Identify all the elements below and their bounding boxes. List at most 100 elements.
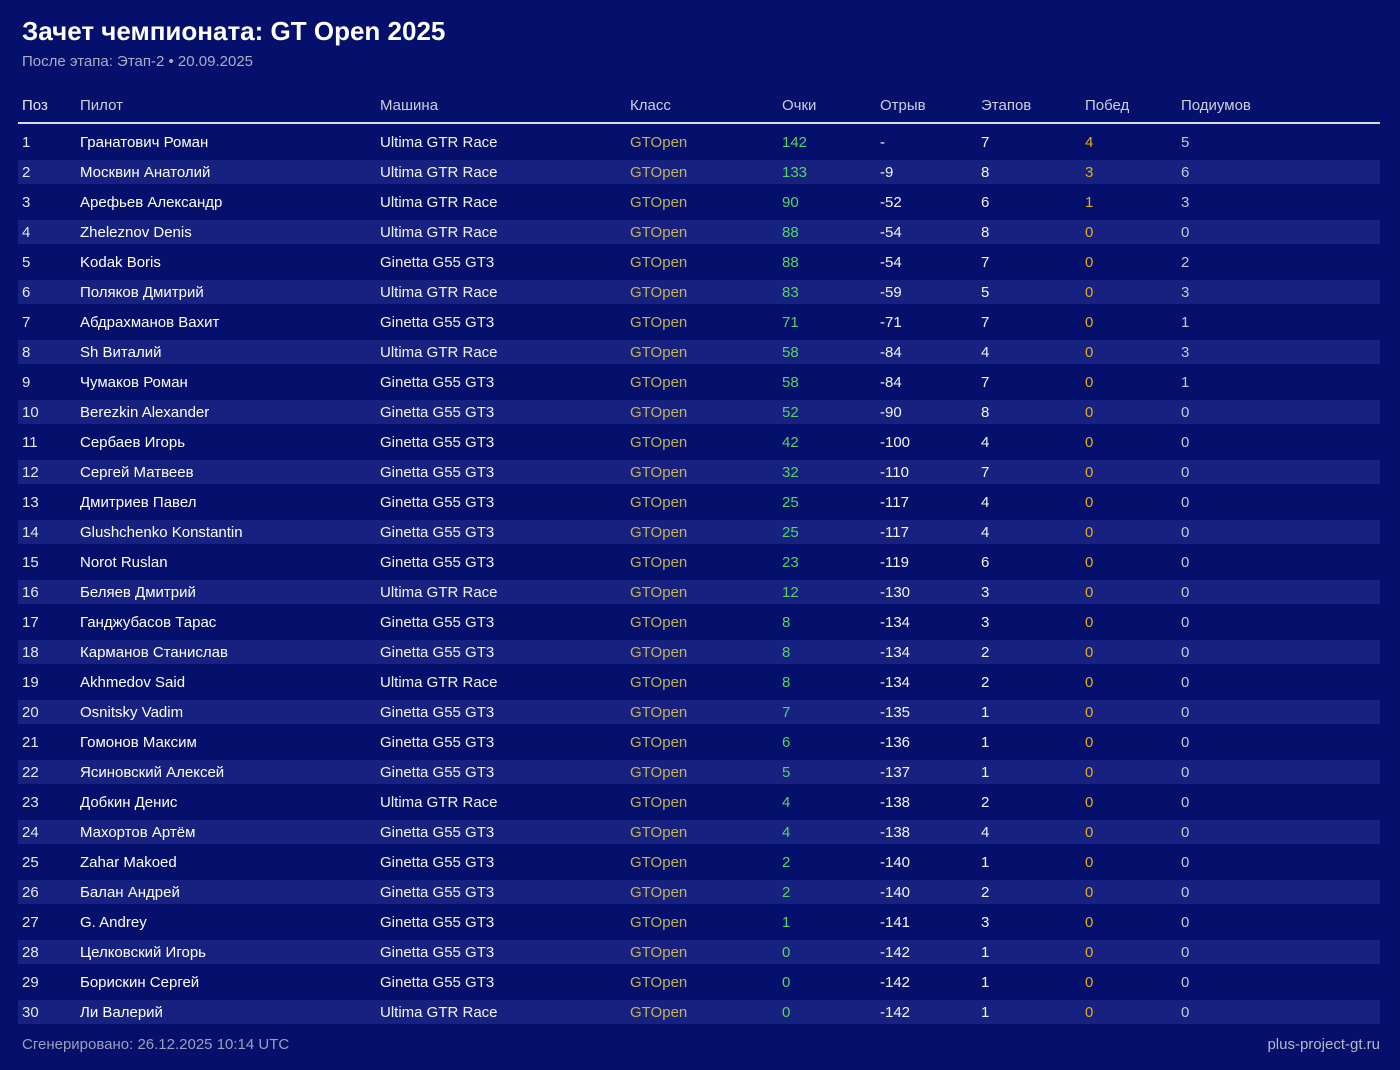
cell-wins: 0: [1085, 1004, 1181, 1021]
cell-points: 142: [782, 134, 880, 151]
cell-car: Ginetta G55 GT3: [380, 854, 630, 871]
cell-points: 0: [782, 974, 880, 991]
cell-gap: -84: [880, 344, 981, 361]
cell-class: GTOpen: [630, 704, 782, 721]
cell-class: GTOpen: [630, 464, 782, 481]
cell-car: Ginetta G55 GT3: [380, 464, 630, 481]
cell-pos: 6: [18, 284, 80, 301]
cell-stages: 2: [981, 674, 1085, 691]
cell-car: Ginetta G55 GT3: [380, 524, 630, 541]
cell-gap: -134: [880, 644, 981, 661]
cell-car: Ginetta G55 GT3: [380, 554, 630, 571]
cell-points: 52: [782, 404, 880, 421]
cell-podiums: 0: [1181, 974, 1380, 991]
cell-points: 0: [782, 1004, 880, 1021]
cell-wins: 0: [1085, 284, 1181, 301]
cell-car: Ultima GTR Race: [380, 344, 630, 361]
table-row: 23Добкин ДенисUltima GTR RaceGTOpen4-138…: [18, 790, 1380, 814]
cell-wins: 0: [1085, 944, 1181, 961]
table-row: 9Чумаков РоманGinetta G55 GT3GTOpen58-84…: [18, 370, 1380, 394]
cell-class: GTOpen: [630, 194, 782, 211]
column-header-points: Очки: [782, 97, 880, 115]
cell-podiums: 0: [1181, 464, 1380, 481]
cell-stages: 4: [981, 494, 1085, 511]
cell-gap: -54: [880, 224, 981, 241]
cell-pos: 9: [18, 374, 80, 391]
table-row: 29Борискин СергейGinetta G55 GT3GTOpen0-…: [18, 970, 1380, 994]
cell-class: GTOpen: [630, 434, 782, 451]
cell-pilot: Zheleznov Denis: [80, 224, 380, 241]
cell-points: 32: [782, 464, 880, 481]
cell-gap: -142: [880, 1004, 981, 1021]
generated-timestamp: Сгенерировано: 26.12.2025 10:14 UTC: [18, 1036, 289, 1054]
cell-pilot: Абдрахманов Вахит: [80, 314, 380, 331]
cell-gap: -141: [880, 914, 981, 931]
table-row: 4Zheleznov DenisUltima GTR RaceGTOpen88-…: [18, 220, 1380, 244]
cell-class: GTOpen: [630, 674, 782, 691]
column-header-podiums: Подиумов: [1181, 97, 1380, 115]
cell-podiums: 0: [1181, 794, 1380, 811]
cell-car: Ginetta G55 GT3: [380, 914, 630, 931]
cell-pilot: Добкин Денис: [80, 794, 380, 811]
cell-podiums: 2: [1181, 254, 1380, 271]
cell-pilot: Поляков Дмитрий: [80, 284, 380, 301]
cell-pilot: Ли Валерий: [80, 1004, 380, 1021]
cell-points: 58: [782, 374, 880, 391]
table-row: 3Арефьев АлександрUltima GTR RaceGTOpen9…: [18, 190, 1380, 214]
cell-gap: -9: [880, 164, 981, 181]
cell-points: 71: [782, 314, 880, 331]
cell-wins: 0: [1085, 374, 1181, 391]
cell-podiums: 0: [1181, 584, 1380, 601]
cell-pos: 18: [18, 644, 80, 661]
cell-podiums: 5: [1181, 134, 1380, 151]
cell-car: Ginetta G55 GT3: [380, 434, 630, 451]
cell-points: 88: [782, 224, 880, 241]
cell-pilot: Балан Андрей: [80, 884, 380, 901]
cell-podiums: 0: [1181, 224, 1380, 241]
cell-points: 42: [782, 434, 880, 451]
cell-class: GTOpen: [630, 134, 782, 151]
cell-pos: 30: [18, 1004, 80, 1021]
cell-class: GTOpen: [630, 944, 782, 961]
cell-pilot: Гомонов Максим: [80, 734, 380, 751]
cell-pos: 25: [18, 854, 80, 871]
cell-pos: 15: [18, 554, 80, 571]
table-row: 8Sh ВиталийUltima GTR RaceGTOpen58-84403: [18, 340, 1380, 364]
cell-points: 7: [782, 704, 880, 721]
table-row: 30Ли ВалерийUltima GTR RaceGTOpen0-14210…: [18, 1000, 1380, 1024]
cell-points: 2: [782, 884, 880, 901]
column-header-stages: Этапов: [981, 97, 1085, 115]
cell-gap: -110: [880, 464, 981, 481]
cell-podiums: 6: [1181, 164, 1380, 181]
cell-stages: 2: [981, 644, 1085, 661]
table-row: 22Ясиновский АлексейGinetta G55 GT3GTOpe…: [18, 760, 1380, 784]
cell-pilot: Berezkin Alexander: [80, 404, 380, 421]
cell-pilot: Osnitsky Vadim: [80, 704, 380, 721]
cell-car: Ginetta G55 GT3: [380, 824, 630, 841]
table-row: 25Zahar MakoedGinetta G55 GT3GTOpen2-140…: [18, 850, 1380, 874]
cell-points: 88: [782, 254, 880, 271]
page-footer: Сгенерировано: 26.12.2025 10:14 UTC plus…: [18, 1036, 1380, 1054]
cell-car: Ginetta G55 GT3: [380, 254, 630, 271]
cell-wins: 0: [1085, 704, 1181, 721]
cell-gap: -140: [880, 884, 981, 901]
cell-stages: 4: [981, 524, 1085, 541]
table-row: 18Карманов СтаниславGinetta G55 GT3GTOpe…: [18, 640, 1380, 664]
cell-wins: 0: [1085, 464, 1181, 481]
cell-wins: 0: [1085, 794, 1181, 811]
cell-pilot: Akhmedov Said: [80, 674, 380, 691]
cell-pilot: G. Andrey: [80, 914, 380, 931]
cell-podiums: 0: [1181, 704, 1380, 721]
cell-class: GTOpen: [630, 614, 782, 631]
cell-gap: -136: [880, 734, 981, 751]
cell-pos: 22: [18, 764, 80, 781]
cell-car: Ginetta G55 GT3: [380, 644, 630, 661]
cell-points: 1: [782, 914, 880, 931]
cell-gap: -84: [880, 374, 981, 391]
cell-pos: 27: [18, 914, 80, 931]
table-row: 28Целковский ИгорьGinetta G55 GT3GTOpen0…: [18, 940, 1380, 964]
cell-stages: 3: [981, 914, 1085, 931]
cell-gap: -138: [880, 794, 981, 811]
cell-wins: 1: [1085, 194, 1181, 211]
column-header-car: Машина: [380, 97, 630, 115]
